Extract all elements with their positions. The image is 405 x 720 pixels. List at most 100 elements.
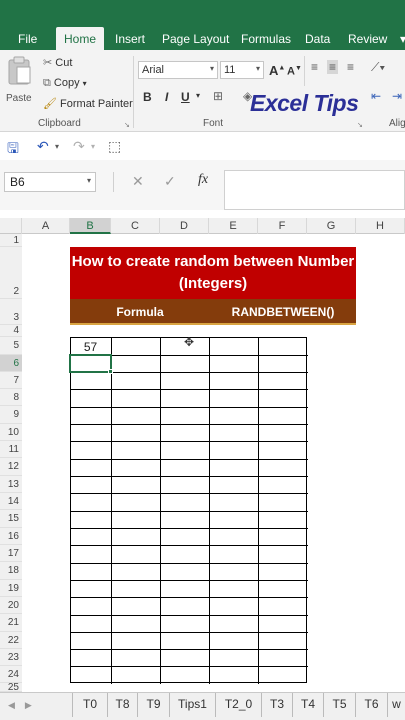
- row-header-6[interactable]: 6: [0, 355, 22, 372]
- subheader-formula-label: Formula: [116, 305, 164, 319]
- sheet-tab-t5[interactable]: T5: [324, 693, 356, 717]
- table-hline: [71, 597, 308, 598]
- enter-check-icon[interactable]: ✓: [164, 173, 176, 190]
- row-header-12[interactable]: 12: [0, 458, 22, 476]
- increase-indent-icon[interactable]: ⇥: [392, 89, 402, 103]
- row-header-25[interactable]: 25: [0, 683, 22, 692]
- row-header-19[interactable]: 19: [0, 580, 22, 597]
- row-header-4[interactable]: 4: [0, 325, 22, 337]
- tab-formulas[interactable]: Formulas: [241, 32, 291, 46]
- font-size-select[interactable]: 11 ▾: [220, 61, 264, 79]
- tab-page-layout[interactable]: Page Layout: [162, 32, 229, 46]
- column-header-d[interactable]: D: [160, 218, 209, 234]
- undo-icon[interactable]: ↶: [37, 138, 49, 155]
- underline-button[interactable]: U: [181, 90, 190, 104]
- chevron-down-icon[interactable]: ▾: [55, 142, 59, 151]
- align-top-icon[interactable]: ≡: [311, 60, 318, 74]
- tab-data[interactable]: Data: [305, 32, 330, 46]
- formula-input[interactable]: [224, 170, 405, 210]
- tab-file[interactable]: File: [18, 32, 37, 46]
- cut-label: Cut: [55, 57, 73, 69]
- touch-mode-icon[interactable]: ⬚: [108, 138, 121, 155]
- cell-cursor-icon: ✥: [184, 335, 195, 349]
- sheet-tab-t0[interactable]: T0: [72, 693, 108, 717]
- borders-icon[interactable]: ⊞: [213, 89, 223, 103]
- shrink-font-button[interactable]: A▼: [287, 65, 302, 78]
- row-header-13[interactable]: 13: [0, 476, 22, 493]
- column-header-h[interactable]: H: [356, 218, 405, 234]
- chevron-down-icon[interactable]: ▾: [196, 91, 200, 100]
- row-header-21[interactable]: 21: [0, 614, 22, 632]
- sheet-tab-t2-0[interactable]: T2_0: [216, 693, 262, 717]
- insert-function-button[interactable]: fx: [198, 172, 208, 188]
- row-header-18[interactable]: 18: [0, 562, 22, 580]
- row-header-24[interactable]: 24: [0, 666, 22, 683]
- tab-overflow-icon[interactable]: ▾: [400, 32, 405, 46]
- row-header-7[interactable]: 7: [0, 372, 22, 389]
- cut-button[interactable]: ✂ Cut: [43, 56, 72, 69]
- dialog-launcher-icon[interactable]: ↘: [357, 121, 363, 129]
- clipboard-group-label: Clipboard: [38, 118, 81, 129]
- format-painter-button[interactable]: 🖌 Format Painter: [43, 97, 133, 110]
- sheet-nav-arrows-icon[interactable]: ◀▶: [8, 700, 42, 711]
- bordered-table[interactable]: [70, 337, 308, 684]
- table-hline: [71, 666, 308, 667]
- align-bottom-icon[interactable]: ≡: [347, 60, 354, 74]
- column-header-a[interactable]: A: [22, 218, 70, 234]
- select-all-corner[interactable]: [0, 218, 22, 234]
- sheet-title-banner: How to create random between Number (Int…: [70, 247, 356, 299]
- column-header-c[interactable]: C: [111, 218, 160, 234]
- row-header-11[interactable]: 11: [0, 441, 22, 458]
- paste-button[interactable]: Paste: [6, 56, 34, 106]
- sheet-tab-t6[interactable]: T6: [356, 693, 388, 717]
- active-cell-b6[interactable]: [69, 354, 112, 373]
- dialog-launcher-icon[interactable]: ↘: [124, 121, 130, 129]
- save-icon[interactable]: 🖫: [7, 138, 19, 162]
- row-header-5[interactable]: 5: [0, 337, 22, 355]
- grow-font-button[interactable]: A▲: [269, 63, 285, 78]
- row-header-17[interactable]: 17: [0, 545, 22, 562]
- row-header-9[interactable]: 9: [0, 406, 22, 424]
- column-header-f[interactable]: F: [258, 218, 307, 234]
- tab-insert[interactable]: Insert: [115, 32, 145, 46]
- copy-button[interactable]: ⧉ Copy ▾: [43, 77, 87, 90]
- row-header-8[interactable]: 8: [0, 389, 22, 406]
- row-header-20[interactable]: 20: [0, 597, 22, 614]
- sheet-tab-t4[interactable]: T4: [293, 693, 324, 717]
- sheet-tab-t3[interactable]: T3: [262, 693, 293, 717]
- cell-b5[interactable]: 57: [70, 340, 111, 354]
- orientation-icon[interactable]: ⟋▾: [371, 60, 385, 75]
- tab-home[interactable]: Home: [56, 27, 105, 50]
- row-header-15[interactable]: 15: [0, 510, 22, 528]
- row-header-16[interactable]: 16: [0, 528, 22, 545]
- sheet-tab-t9[interactable]: T9: [138, 693, 170, 717]
- cancel-icon[interactable]: ✕: [132, 173, 144, 190]
- ribbon-divider: [304, 56, 305, 86]
- chevron-down-icon: ▾: [86, 176, 91, 185]
- sheet-tab-t8[interactable]: T8: [108, 693, 138, 717]
- decrease-indent-icon[interactable]: ⇤: [371, 89, 381, 103]
- column-header-e[interactable]: E: [209, 218, 258, 234]
- name-box[interactable]: B6 ▾: [4, 172, 96, 192]
- chevron-down-icon[interactable]: ▾: [91, 142, 95, 151]
- row-header-22[interactable]: 22: [0, 632, 22, 649]
- clipboard-icon: [8, 56, 31, 85]
- row-header-2[interactable]: 2: [0, 247, 22, 299]
- row-header-3[interactable]: 3: [0, 299, 22, 325]
- row-header-10[interactable]: 10: [0, 424, 22, 441]
- sheet-tab-w[interactable]: w: [388, 693, 405, 717]
- fill-handle[interactable]: [108, 369, 113, 374]
- column-header-g[interactable]: G: [307, 218, 356, 234]
- sheet-tab-tips1[interactable]: Tips1: [170, 693, 216, 717]
- row-header-23[interactable]: 23: [0, 649, 22, 666]
- bold-button[interactable]: B: [143, 90, 152, 104]
- row-header-1[interactable]: 1: [0, 234, 22, 247]
- row-header-14[interactable]: 14: [0, 493, 22, 510]
- ribbon-divider: [133, 56, 134, 128]
- font-name-select[interactable]: Arial ▾: [138, 61, 218, 79]
- italic-button[interactable]: I: [165, 90, 168, 104]
- tab-review[interactable]: Review: [348, 32, 387, 46]
- redo-icon[interactable]: ↷: [73, 138, 85, 155]
- column-header-b[interactable]: B: [70, 218, 111, 234]
- align-middle-icon[interactable]: ≡: [327, 60, 339, 74]
